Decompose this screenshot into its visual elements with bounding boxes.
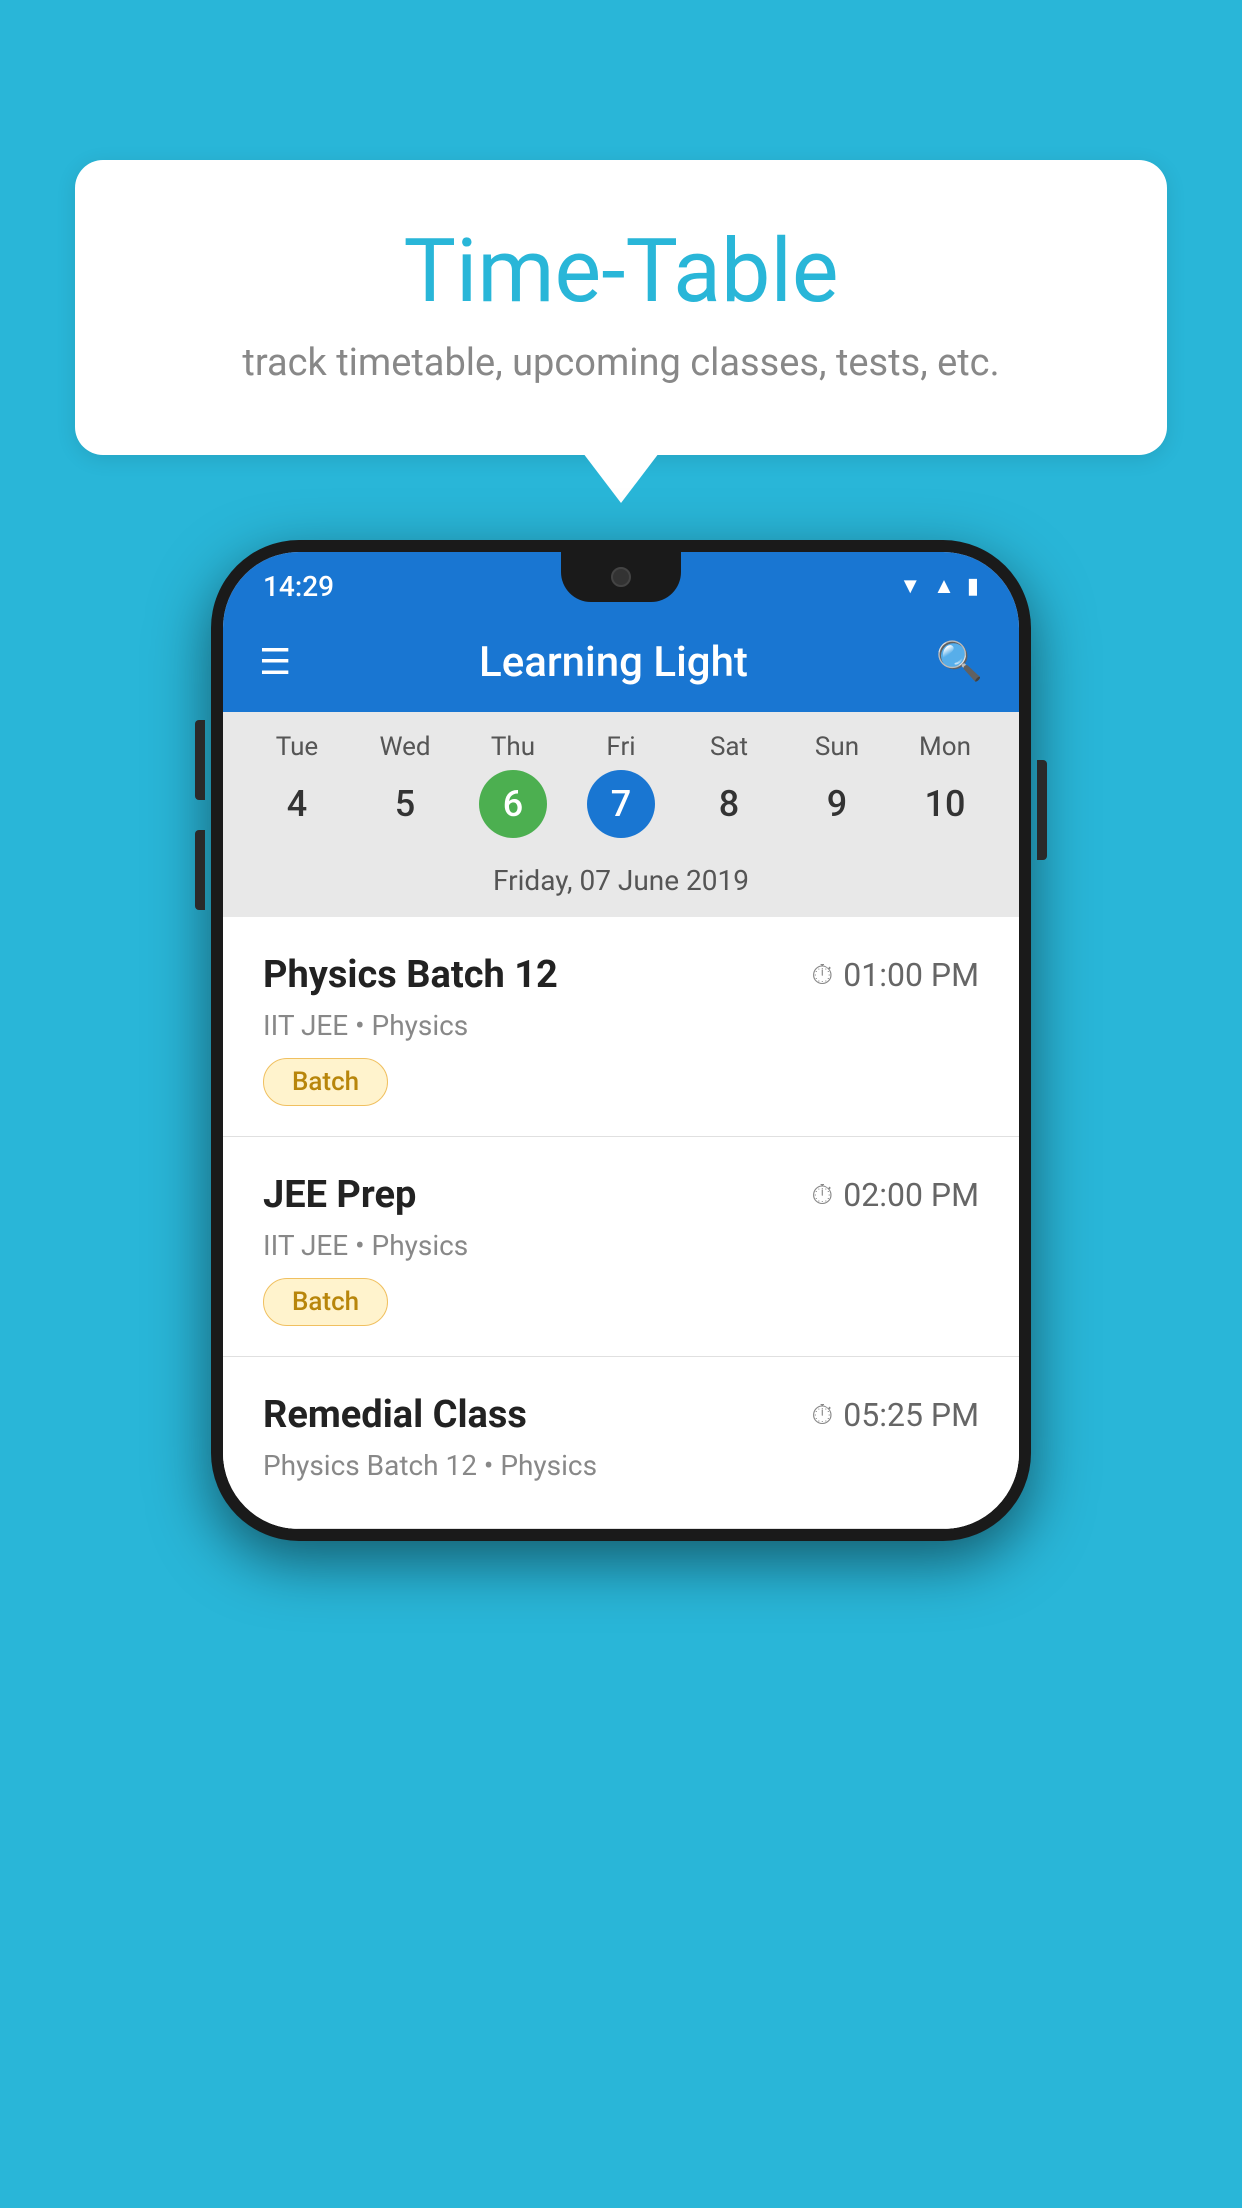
time-value: 05:25 PM (843, 1396, 979, 1434)
schedule-header: Remedial Class ⏱ 05:25 PM (263, 1393, 979, 1437)
schedule-name: JEE Prep (263, 1173, 416, 1217)
phone-frame: 14:29 ▼ ▲ ▮ ☰ Learning Light 🔍 Tue4Wed5T… (211, 540, 1031, 1541)
time-value: 01:00 PM (843, 956, 979, 994)
volume-up-button[interactable] (195, 720, 205, 800)
clock-icon: ⏱ (811, 1178, 833, 1212)
battery-icon: ▮ (967, 574, 979, 599)
schedule-header: Physics Batch 12 ⏱ 01:00 PM (263, 953, 979, 997)
calendar-day-wed[interactable]: Wed 5 (356, 732, 454, 838)
day-number-label: 10 (911, 770, 979, 838)
day-name-label: Tue (276, 732, 318, 762)
volume-down-button[interactable] (195, 830, 205, 910)
schedule-time: ⏱ 02:00 PM (811, 1176, 979, 1214)
day-name-label: Wed (379, 732, 430, 762)
bubble-subtitle: track timetable, upcoming classes, tests… (115, 341, 1127, 385)
day-name-label: Sun (815, 732, 859, 762)
schedule-item[interactable]: Physics Batch 12 ⏱ 01:00 PM IIT JEE • Ph… (223, 917, 1019, 1137)
day-name-label: Fri (606, 732, 635, 762)
phone-wrapper: 14:29 ▼ ▲ ▮ ☰ Learning Light 🔍 Tue4Wed5T… (211, 540, 1031, 1541)
day-number-label: 7 (587, 770, 655, 838)
day-number-label: 8 (695, 770, 763, 838)
front-camera (611, 567, 631, 587)
schedule-time: ⏱ 01:00 PM (811, 956, 979, 994)
wifi-icon: ▼ (899, 573, 921, 599)
day-number-label: 5 (371, 770, 439, 838)
schedule-item[interactable]: Remedial Class ⏱ 05:25 PM Physics Batch … (223, 1357, 1019, 1529)
schedule-item[interactable]: JEE Prep ⏱ 02:00 PM IIT JEE • Physics Ba… (223, 1137, 1019, 1357)
day-number-label: 9 (803, 770, 871, 838)
bubble-title: Time-Table (115, 220, 1127, 323)
day-name-label: Thu (491, 732, 535, 762)
schedule-name: Remedial Class (263, 1393, 527, 1437)
calendar-day-sat[interactable]: Sat 8 (680, 732, 778, 838)
clock-icon: ⏱ (811, 958, 833, 992)
app-bar: ☰ Learning Light 🔍 (223, 612, 1019, 712)
schedule-time: ⏱ 05:25 PM (811, 1396, 979, 1434)
calendar-day-fri[interactable]: Fri 7 (572, 732, 670, 838)
status-time: 14:29 (263, 570, 334, 603)
power-button[interactable] (1037, 760, 1047, 860)
calendar-day-mon[interactable]: Mon 10 (896, 732, 994, 838)
schedule-sub: IIT JEE • Physics (263, 1229, 979, 1262)
calendar-day-thu[interactable]: Thu 6 (464, 732, 562, 838)
day-number-label: 6 (479, 770, 547, 838)
day-name-label: Mon (919, 732, 971, 762)
signal-icon: ▲ (933, 573, 955, 599)
batch-badge: Batch (263, 1058, 388, 1106)
speech-bubble: Time-Table track timetable, upcoming cla… (75, 160, 1167, 455)
schedule-list: Physics Batch 12 ⏱ 01:00 PM IIT JEE • Ph… (223, 917, 1019, 1529)
phone-screen: 14:29 ▼ ▲ ▮ ☰ Learning Light 🔍 Tue4Wed5T… (223, 552, 1019, 1529)
time-value: 02:00 PM (843, 1176, 979, 1214)
day-name-label: Sat (710, 732, 748, 762)
calendar-day-tue[interactable]: Tue 4 (248, 732, 346, 838)
calendar-strip: Tue 4 Wed 5 Thu 6 Fri 7 Sat 8 Sun 9 Mon 10 Friday, 07… (223, 712, 1019, 917)
batch-badge: Batch (263, 1278, 388, 1326)
app-title: Learning Light (327, 638, 899, 687)
schedule-header: JEE Prep ⏱ 02:00 PM (263, 1173, 979, 1217)
schedule-sub: IIT JEE • Physics (263, 1009, 979, 1042)
day-number-label: 4 (263, 770, 331, 838)
search-icon[interactable]: 🔍 (936, 640, 983, 684)
selected-date-label: Friday, 07 June 2019 (223, 848, 1019, 917)
menu-icon[interactable]: ☰ (259, 641, 291, 683)
phone-notch (561, 552, 681, 602)
schedule-sub: Physics Batch 12 • Physics (263, 1449, 979, 1482)
schedule-name: Physics Batch 12 (263, 953, 558, 997)
days-row: Tue 4 Wed 5 Thu 6 Fri 7 Sat 8 Sun 9 Mon 10 (223, 732, 1019, 838)
calendar-day-sun[interactable]: Sun 9 (788, 732, 886, 838)
clock-icon: ⏱ (811, 1398, 833, 1432)
status-icons: ▼ ▲ ▮ (899, 573, 979, 599)
